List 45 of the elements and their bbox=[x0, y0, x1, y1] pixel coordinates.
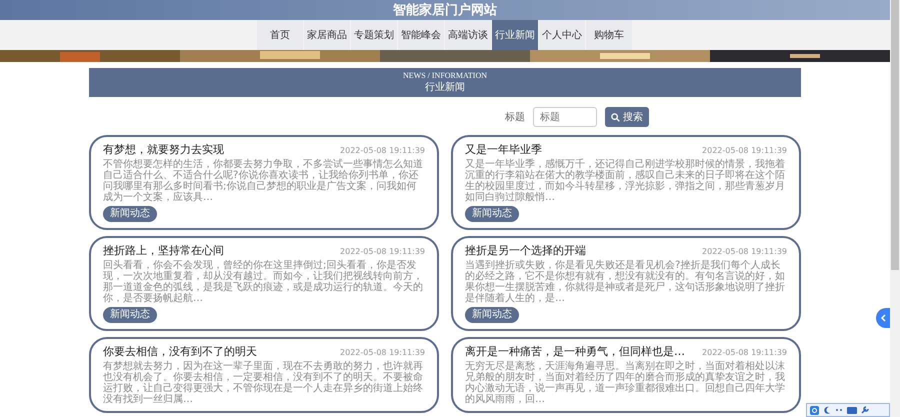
search-icon bbox=[611, 112, 620, 122]
nav-item[interactable]: 高端访谈 bbox=[445, 20, 491, 50]
ime-logo-icon[interactable] bbox=[810, 406, 819, 414]
search-field[interactable]: 标题 bbox=[533, 107, 597, 127]
moon-icon[interactable] bbox=[823, 406, 831, 414]
section-subtitle: NEWS / INFORMATION bbox=[403, 71, 487, 80]
chevron-left-icon bbox=[880, 314, 886, 322]
news-date: 2022-05-08 19:11:39 bbox=[340, 146, 425, 155]
nav-item[interactable]: 智能峰会 bbox=[398, 20, 444, 50]
news-summary: 又是一年毕业季，感慨万千，还记得自己刚进学校那时候的情景，我拖着沉重的行李箱站在偌大的教学楼面前，感叹自己未来的日子即将在这个陌生的校园里度过，而如今斗转星移，浮光掠影，弹指之间，那些青葱岁月如同白驹过隙般悄… bbox=[465, 159, 786, 203]
news-title[interactable]: 挫折路上，坚持常在心间 bbox=[103, 244, 224, 257]
nav-item[interactable]: 首页 bbox=[257, 20, 303, 50]
news-title[interactable]: 离开是一种痛苦，是一种勇气，但同样也是… bbox=[465, 345, 685, 358]
keyboard-icon[interactable] bbox=[847, 406, 857, 414]
side-tab[interactable] bbox=[876, 308, 890, 328]
news-summary: 当遇到挫折或失败，你是看见失败还是看见机会?挫折是我们每个人成长的必经之路，它不是你想有就有，想没有就没有的。有句名言说的好，如果你想一生摆脱苦难，你就得是神或者是死尸，这句话形象地说明了挫折是伴随着人生的，是… bbox=[465, 260, 786, 304]
news-date: 2022-05-08 19:11:39 bbox=[340, 348, 425, 357]
wrench-icon[interactable] bbox=[861, 406, 869, 414]
news-tag[interactable]: 新闻动态 bbox=[465, 307, 519, 323]
news-summary: 无穷无尽是离愁，天涯海角遍寻思。当离别在即之时，当面对着相处以沫兄弟般的朋友时，当面对着经历了四年的磨合而形成的真挚友谊之时，我内心激动无语，说一声再见，道一声珍重都很难出口。回想自己四年大学的风风雨雨，回… bbox=[465, 361, 786, 405]
news-title[interactable]: 有梦想，就要努力去实现 bbox=[103, 143, 224, 156]
search-button[interactable]: 搜索 bbox=[605, 107, 649, 127]
scrollbar-thumb[interactable] bbox=[891, 0, 899, 270]
site-title: 智能家居门户网站 bbox=[393, 2, 497, 19]
news-summary: 不管你想要怎样的生活，你都要去努力争取，不多尝试一些事情怎么知道自己适合什么、不适合什么呢?你说你喜欢读书，让我给你列书单，你还问我哪里有那么多时间看书;你说自己梦想的职业是广告文案，问我如何成为一个文案，应该具… bbox=[103, 159, 424, 203]
news-date: 2022-05-08 19:11:39 bbox=[702, 247, 787, 256]
nav-item[interactable]: 行业新闻 bbox=[492, 20, 538, 50]
dots-icon[interactable] bbox=[835, 406, 843, 414]
nav-item[interactable]: 专题策划 bbox=[351, 20, 397, 50]
news-date: 2022-05-08 19:11:39 bbox=[340, 247, 425, 256]
news-title[interactable]: 你要去相信，没有到不了的明天 bbox=[103, 345, 257, 358]
news-title[interactable]: 挫折是另一个选择的开端 bbox=[465, 244, 586, 257]
news-tag[interactable]: 新闻动态 bbox=[465, 206, 519, 222]
news-date: 2022-05-08 19:11:39 bbox=[702, 348, 787, 357]
news-title[interactable]: 又是一年毕业季 bbox=[465, 143, 542, 156]
nav-item[interactable]: 购物车 bbox=[586, 20, 632, 50]
section-title: 行业新闻 bbox=[425, 80, 465, 94]
news-tag[interactable]: 新闻动态 bbox=[103, 307, 157, 323]
news-date: 2022-05-08 19:11:39 bbox=[702, 146, 787, 155]
news-tag[interactable]: 新闻动态 bbox=[103, 206, 157, 222]
search-label: 标题 bbox=[505, 110, 525, 124]
nav-item[interactable]: 个人中心 bbox=[539, 20, 585, 50]
news-summary: 有梦想就去努力，因为在这一辈子里面，现在不去勇敢的努力，也许就再也没有机会了。你要去相信，一定要相信，没有到不了的明天。不要被命运打败，让自己变得更强大，不管你现在是一个人走在异乡的街道上始终没有找到一丝归属… bbox=[103, 361, 424, 405]
nav-item[interactable]: 家居商品 bbox=[304, 20, 350, 50]
news-summary: 回头看看，你会不会发现，曾经的你在这里摔倒过;回头看看，你是否发现，一次次地重复着，却从没有越过。而如今，让我们把视线转向前方，那一道道金色的弧线，是我是飞跃的痕迹，或是成功运行的轨道。今天的你，是否要扬帆起航… bbox=[103, 260, 424, 304]
